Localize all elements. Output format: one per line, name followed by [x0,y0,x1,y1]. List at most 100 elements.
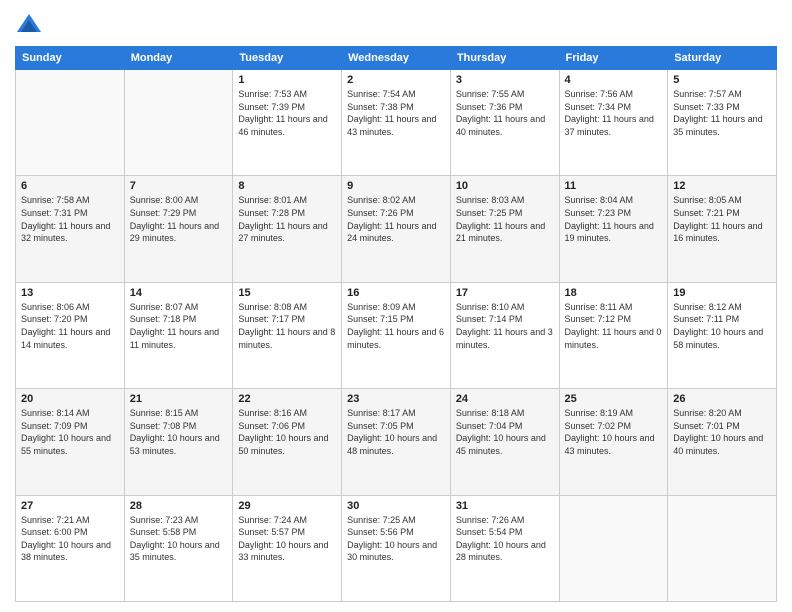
day-number: 7 [130,180,228,192]
day-number: 8 [238,180,336,192]
day-info: Sunrise: 7:21 AMSunset: 6:00 PMDaylight:… [21,514,119,564]
weekday-header-row: SundayMondayTuesdayWednesdayThursdayFrid… [16,47,777,70]
day-info: Sunrise: 8:08 AMSunset: 7:17 PMDaylight:… [238,301,336,351]
day-info: Sunrise: 8:10 AMSunset: 7:14 PMDaylight:… [456,301,554,351]
day-info: Sunrise: 8:14 AMSunset: 7:09 PMDaylight:… [21,407,119,457]
day-info: Sunrise: 8:12 AMSunset: 7:11 PMDaylight:… [673,301,771,351]
calendar-cell [124,70,233,176]
calendar-cell: 7 Sunrise: 8:00 AMSunset: 7:29 PMDaylight… [124,176,233,282]
page: SundayMondayTuesdayWednesdayThursdayFrid… [0,0,792,612]
day-number: 6 [21,180,119,192]
day-info: Sunrise: 7:54 AMSunset: 7:38 PMDaylight:… [347,88,445,138]
weekday-header-monday: Monday [124,47,233,70]
day-number: 25 [565,393,663,405]
day-number: 20 [21,393,119,405]
calendar-cell: 26 Sunrise: 8:20 AMSunset: 7:01 PMDayligh… [668,389,777,495]
day-number: 29 [238,500,336,512]
calendar-week-1: 1 Sunrise: 7:53 AMSunset: 7:39 PMDaylight… [16,70,777,176]
day-number: 26 [673,393,771,405]
calendar-cell [559,495,668,601]
day-number: 18 [565,287,663,299]
calendar-cell: 25Sunrise: 8:19 AMSunset: 7:02 PMDayligh… [559,389,668,495]
calendar-cell: 24Sunrise: 8:18 AMSunset: 7:04 PMDayligh… [450,389,559,495]
day-info: Sunrise: 8:05 AMSunset: 7:21 PMDaylight:… [673,194,771,244]
day-info: Sunrise: 7:56 AMSunset: 7:34 PMDaylight:… [565,88,663,138]
calendar-cell: 23 Sunrise: 8:17 AMSunset: 7:05 PMDayligh… [342,389,451,495]
calendar-cell: 18 Sunrise: 8:11 AMSunset: 7:12 PMDayligh… [559,282,668,388]
calendar-week-3: 13Sunrise: 8:06 AMSunset: 7:20 PMDayligh… [16,282,777,388]
day-info: Sunrise: 7:53 AMSunset: 7:39 PMDaylight:… [238,88,336,138]
logo [15,10,47,38]
day-number: 3 [456,74,554,86]
calendar-cell: 8 Sunrise: 8:01 AMSunset: 7:28 PMDaylight… [233,176,342,282]
calendar-cell: 19 Sunrise: 8:12 AMSunset: 7:11 PMDayligh… [668,282,777,388]
day-number: 11 [565,180,663,192]
day-info: Sunrise: 8:20 AMSunset: 7:01 PMDaylight:… [673,407,771,457]
calendar-cell: 22 Sunrise: 8:16 AMSunset: 7:06 PMDayligh… [233,389,342,495]
day-info: Sunrise: 8:07 AMSunset: 7:18 PMDaylight:… [130,301,228,351]
weekday-header-thursday: Thursday [450,47,559,70]
day-info: Sunrise: 8:01 AMSunset: 7:28 PMDaylight:… [238,194,336,244]
calendar-cell: 5 Sunrise: 7:57 AMSunset: 7:33 PMDaylight… [668,70,777,176]
day-number: 10 [456,180,554,192]
day-info: Sunrise: 8:11 AMSunset: 7:12 PMDaylight:… [565,301,663,351]
day-number: 27 [21,500,119,512]
day-number: 28 [130,500,228,512]
day-info: Sunrise: 7:23 AMSunset: 5:58 PMDaylight:… [130,514,228,564]
day-number: 4 [565,74,663,86]
calendar-cell: 14 Sunrise: 8:07 AMSunset: 7:18 PMDayligh… [124,282,233,388]
weekday-header-sunday: Sunday [16,47,125,70]
calendar-cell: 21 Sunrise: 8:15 AMSunset: 7:08 PMDayligh… [124,389,233,495]
calendar-cell: 6 Sunrise: 7:58 AMSunset: 7:31 PMDaylight… [16,176,125,282]
calendar-cell: 3 Sunrise: 7:55 AMSunset: 7:36 PMDaylight… [450,70,559,176]
calendar-week-4: 20 Sunrise: 8:14 AMSunset: 7:09 PMDayligh… [16,389,777,495]
day-number: 13 [21,287,119,299]
day-info: Sunrise: 8:15 AMSunset: 7:08 PMDaylight:… [130,407,228,457]
day-info: Sunrise: 8:16 AMSunset: 7:06 PMDaylight:… [238,407,336,457]
calendar-cell: 28 Sunrise: 7:23 AMSunset: 5:58 PMDayligh… [124,495,233,601]
day-info: Sunrise: 7:24 AMSunset: 5:57 PMDaylight:… [238,514,336,564]
day-number: 31 [456,500,554,512]
logo-icon [15,10,43,38]
day-info: Sunrise: 7:26 AMSunset: 5:54 PMDaylight:… [456,514,554,564]
calendar-cell: 29 Sunrise: 7:24 AMSunset: 5:57 PMDayligh… [233,495,342,601]
calendar-cell: 2 Sunrise: 7:54 AMSunset: 7:38 PMDaylight… [342,70,451,176]
calendar-cell: 9 Sunrise: 8:02 AMSunset: 7:26 PMDaylight… [342,176,451,282]
day-number: 1 [238,74,336,86]
day-info: Sunrise: 8:02 AMSunset: 7:26 PMDaylight:… [347,194,445,244]
day-info: Sunrise: 8:17 AMSunset: 7:05 PMDaylight:… [347,407,445,457]
calendar-cell: 31 Sunrise: 7:26 AMSunset: 5:54 PMDayligh… [450,495,559,601]
day-number: 23 [347,393,445,405]
calendar-cell: 12 Sunrise: 8:05 AMSunset: 7:21 PMDayligh… [668,176,777,282]
weekday-header-tuesday: Tuesday [233,47,342,70]
day-number: 19 [673,287,771,299]
calendar-cell: 4 Sunrise: 7:56 AMSunset: 7:34 PMDaylight… [559,70,668,176]
day-info: Sunrise: 8:00 AMSunset: 7:29 PMDaylight:… [130,194,228,244]
day-info: Sunrise: 7:57 AMSunset: 7:33 PMDaylight:… [673,88,771,138]
day-number: 14 [130,287,228,299]
calendar-cell: 10Sunrise: 8:03 AMSunset: 7:25 PMDayligh… [450,176,559,282]
calendar-cell: 16Sunrise: 8:09 AMSunset: 7:15 PMDayligh… [342,282,451,388]
calendar-cell: 13Sunrise: 8:06 AMSunset: 7:20 PMDayligh… [16,282,125,388]
day-number: 30 [347,500,445,512]
calendar-cell [668,495,777,601]
day-number: 5 [673,74,771,86]
day-number: 15 [238,287,336,299]
day-info: Sunrise: 7:55 AMSunset: 7:36 PMDaylight:… [456,88,554,138]
day-number: 12 [673,180,771,192]
day-number: 22 [238,393,336,405]
calendar-cell: 11 Sunrise: 8:04 AMSunset: 7:23 PMDayligh… [559,176,668,282]
day-info: Sunrise: 7:58 AMSunset: 7:31 PMDaylight:… [21,194,119,244]
calendar-week-2: 6 Sunrise: 7:58 AMSunset: 7:31 PMDaylight… [16,176,777,282]
calendar-cell: 15 Sunrise: 8:08 AMSunset: 7:17 PMDayligh… [233,282,342,388]
day-number: 2 [347,74,445,86]
weekday-header-friday: Friday [559,47,668,70]
day-number: 17 [456,287,554,299]
weekday-header-saturday: Saturday [668,47,777,70]
day-number: 9 [347,180,445,192]
header [15,10,777,38]
day-info: Sunrise: 8:04 AMSunset: 7:23 PMDaylight:… [565,194,663,244]
calendar-cell: 17 Sunrise: 8:10 AMSunset: 7:14 PMDayligh… [450,282,559,388]
calendar-cell: 27 Sunrise: 7:21 AMSunset: 6:00 PMDayligh… [16,495,125,601]
day-number: 21 [130,393,228,405]
